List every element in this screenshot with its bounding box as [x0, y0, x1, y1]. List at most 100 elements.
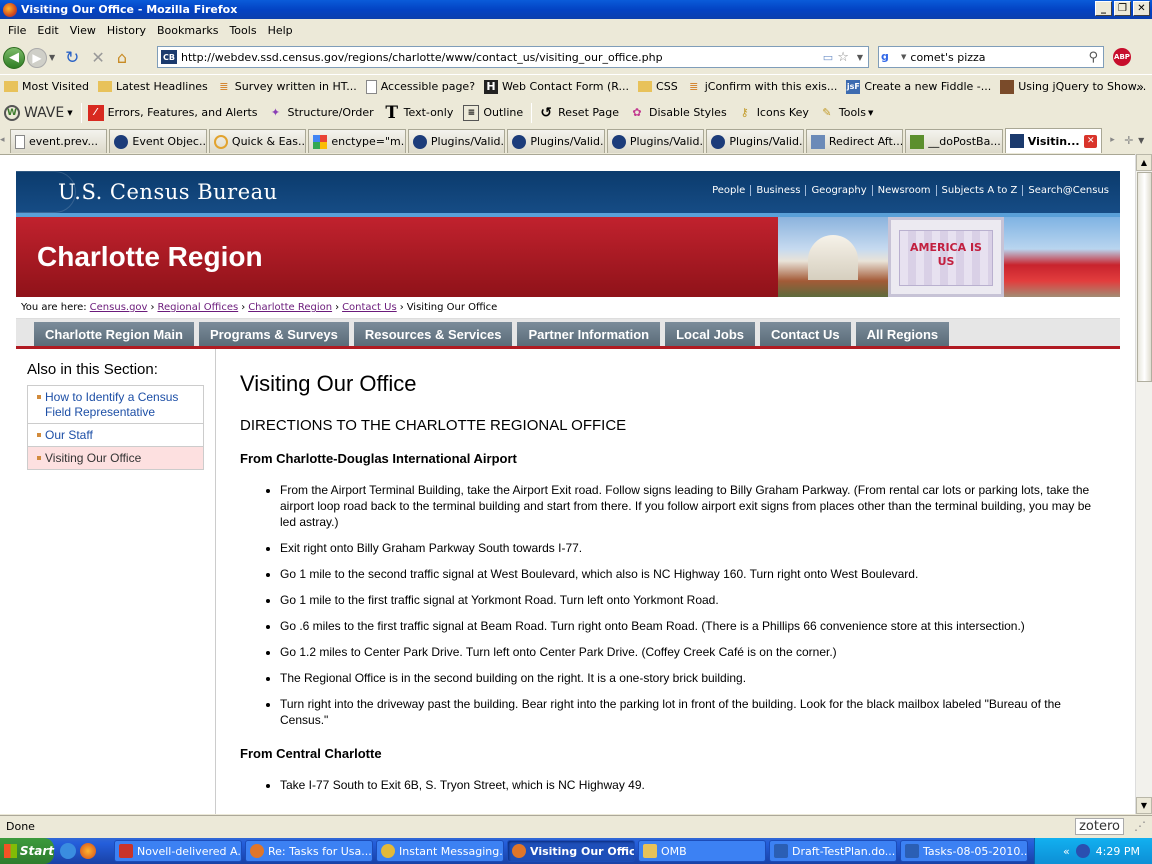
tab-dopostback[interactable]: __doPostBa... [905, 129, 1003, 153]
start-button[interactable]: Start [0, 838, 54, 864]
menu-edit[interactable]: Edit [33, 24, 65, 37]
url-bar[interactable]: CB http://webdev.ssd.census.gov/regions/… [157, 46, 869, 68]
nav-local-jobs[interactable]: Local Jobs [665, 322, 755, 346]
bookmark-jconfirm[interactable]: ≣ jConfirm with this exis... [683, 80, 843, 94]
search-engine-dropdown-icon[interactable]: ▼ [901, 53, 906, 61]
tab-quick-easy[interactable]: Quick & Eas... [208, 129, 307, 153]
bookmark-web-contact-form[interactable]: H Web Contact Form (R... [480, 79, 634, 94]
task-draft-testplan[interactable]: Draft-TestPlan.do... [769, 840, 897, 862]
wave-errors-button[interactable]: ⁄ Errors, Features, and Alerts [84, 104, 264, 121]
minimize-button[interactable]: _ [1095, 1, 1112, 16]
menu-bookmarks[interactable]: Bookmarks [153, 24, 225, 37]
wave-structure-button[interactable]: ✦ Structure/Order [264, 105, 380, 121]
bookmark-survey[interactable]: ≣ Survey written in HT... [213, 80, 362, 94]
menu-view[interactable]: View [66, 24, 103, 37]
back-button[interactable]: ◀ [3, 46, 25, 69]
search-icon[interactable]: ⚲ [1088, 50, 1098, 65]
restore-button[interactable]: ❐ [1114, 1, 1131, 16]
tray-expand-icon[interactable]: « [1063, 845, 1070, 858]
search-input[interactable]: comet's pizza [910, 51, 1088, 64]
bookmark-most-visited[interactable]: Most Visited [0, 80, 94, 93]
task-visiting-our-office[interactable]: Visiting Our Offic... [507, 840, 635, 862]
menu-file[interactable]: File [4, 24, 33, 37]
task-re-tasks[interactable]: Re: Tasks for Usa... [245, 840, 373, 862]
menu-tools[interactable]: Tools [225, 24, 263, 37]
nav-contact-us[interactable]: Contact Us [760, 322, 851, 346]
new-tab-icon[interactable]: ✛ [1124, 134, 1138, 147]
top-link-people[interactable]: People [707, 185, 752, 196]
ie-icon[interactable] [60, 843, 76, 859]
search-bar[interactable]: g ▼ comet's pizza ⚲ [878, 46, 1104, 68]
bookmark-jquery-show[interactable]: Using jQuery to Show... [996, 79, 1151, 94]
tab-event-prev[interactable]: event.prev... [9, 129, 108, 153]
stop-icon[interactable]: ✕ [91, 46, 104, 70]
url-dropdown-icon[interactable]: ▼ [857, 53, 863, 62]
tab-visiting-our-office[interactable]: Visitin... ✕ [1004, 128, 1103, 153]
breadcrumb-contact-us[interactable]: Contact Us [342, 302, 397, 313]
tab-plugins-validation-1[interactable]: Plugins/Valid... [407, 129, 506, 153]
history-dropdown-icon[interactable]: ▼ [49, 46, 55, 70]
task-tasks-08-05[interactable]: Tasks-08-05-2010.... [900, 840, 1028, 862]
sidebar-item-identify-field-rep[interactable]: How to Identify a Census Field Represent… [28, 386, 203, 424]
google-icon[interactable]: g [881, 50, 899, 64]
network-icon[interactable] [1075, 844, 1090, 858]
menu-history[interactable]: History [103, 24, 153, 37]
wave-text-only-button[interactable]: T Text-only [380, 103, 460, 123]
tab-redirect-after[interactable]: Redirect Aft... [805, 129, 904, 153]
clock[interactable]: 4:29 PM [1096, 845, 1140, 858]
top-link-newsroom[interactable]: Newsroom [873, 185, 937, 196]
tab-list-icon[interactable]: ▼ [1138, 136, 1152, 145]
close-window-button[interactable]: ✕ [1133, 1, 1150, 16]
top-link-subjects[interactable]: Subjects A to Z [937, 185, 1024, 196]
vertical-scrollbar[interactable]: ▲ ▼ [1135, 154, 1152, 814]
forward-button[interactable]: ▶ [27, 47, 47, 68]
close-tab-icon[interactable]: ✕ [1084, 134, 1098, 148]
bookmark-css[interactable]: CSS [634, 80, 683, 93]
wave-reset-button[interactable]: ↺ Reset Page [534, 105, 625, 121]
tab-plugins-validation-3[interactable]: Plugins/Valid... [606, 129, 705, 153]
task-novell[interactable]: Novell-delivered A... [114, 840, 242, 862]
wave-outline-button[interactable]: ≡ Outline [459, 104, 529, 121]
top-link-search[interactable]: Search@Census [1023, 185, 1114, 196]
site-brand[interactable]: U.S. Census Bureau [58, 180, 278, 204]
more-bookmarks-icon[interactable]: » [1137, 80, 1144, 94]
bookmark-latest-headlines[interactable]: Latest Headlines [94, 80, 213, 93]
nav-charlotte-main[interactable]: Charlotte Region Main [34, 322, 194, 346]
nav-resources-services[interactable]: Resources & Services [353, 322, 513, 346]
wave-disable-styles-button[interactable]: ✿ Disable Styles [625, 105, 733, 121]
reload-icon[interactable]: ↻ [65, 46, 79, 70]
sidebar-item-our-staff[interactable]: Our Staff [28, 424, 203, 447]
scroll-up-icon[interactable]: ▲ [1136, 154, 1152, 171]
firefox-icon[interactable] [80, 843, 96, 859]
nav-all-regions[interactable]: All Regions [855, 322, 950, 346]
nav-programs-surveys[interactable]: Programs & Surveys [198, 322, 349, 346]
top-link-geography[interactable]: Geography [806, 185, 873, 196]
task-omb[interactable]: OMB [638, 840, 766, 862]
home-icon[interactable]: ⌂ [117, 46, 127, 70]
tab-event-object[interactable]: Event Objec... [109, 129, 207, 153]
menu-help[interactable]: Help [264, 24, 300, 37]
tab-plugins-validation-2[interactable]: Plugins/Valid... [507, 129, 605, 153]
breadcrumb-charlotte-region[interactable]: Charlotte Region [248, 302, 332, 313]
tab-scroll-left-icon[interactable]: ◂ [0, 135, 10, 145]
sidebar-item-visiting-our-office[interactable]: Visiting Our Office [28, 447, 203, 469]
wave-tools-menu[interactable]: ✎ Tools ▼ [815, 105, 880, 121]
tab-scroll-right-icon[interactable]: ▸ [1110, 135, 1124, 145]
adblock-icon[interactable]: ABP [1113, 48, 1131, 66]
wave-icons-key-button[interactable]: ⚷ Icons Key [733, 105, 815, 121]
bookmark-star-icon[interactable]: ☆ [837, 50, 849, 65]
bookmark-jsfiddle[interactable]: jsF Create a new Fiddle -... [842, 79, 996, 94]
nav-partner-information[interactable]: Partner Information [517, 322, 661, 346]
breadcrumb-census-gov[interactable]: Census.gov [90, 302, 148, 313]
task-instant-messaging[interactable]: Instant Messaging... [376, 840, 504, 862]
zotero-button[interactable]: zotero [1075, 818, 1124, 835]
wave-menu[interactable]: W WAVE ▼ [0, 104, 79, 121]
breadcrumb-regional-offices[interactable]: Regional Offices [157, 302, 238, 313]
bookmark-accessible-page[interactable]: Accessible page? [362, 79, 480, 94]
scroll-down-icon[interactable]: ▼ [1136, 797, 1152, 814]
url-text[interactable]: http://webdev.ssd.census.gov/regions/cha… [181, 51, 823, 64]
top-link-business[interactable]: Business [751, 185, 807, 196]
tab-enctype[interactable]: enctype="m... [308, 129, 406, 153]
scroll-thumb[interactable] [1137, 172, 1152, 382]
tab-plugins-validation-4[interactable]: Plugins/Valid... [706, 129, 804, 153]
